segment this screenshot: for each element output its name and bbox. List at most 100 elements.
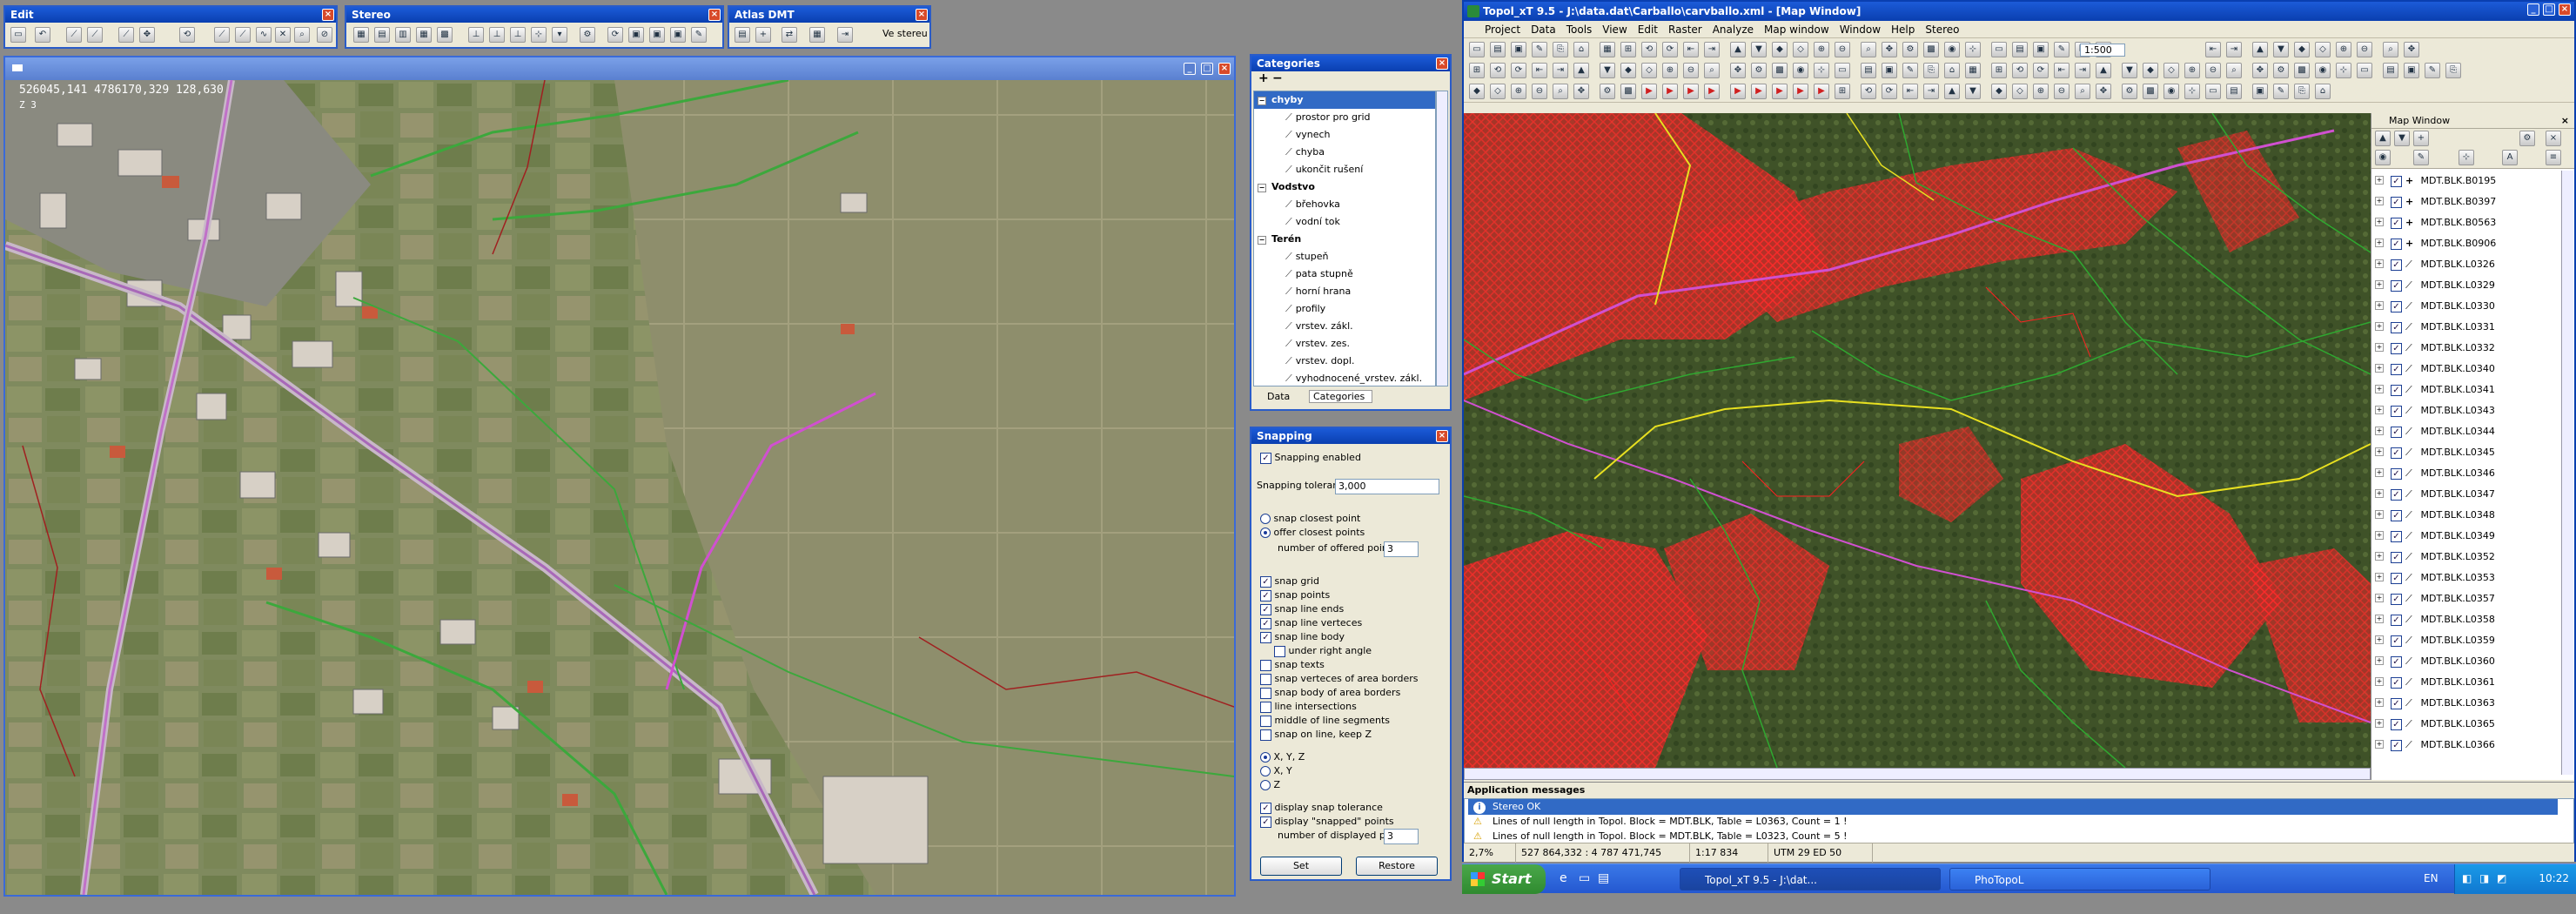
expand-icon[interactable]: + (2375, 468, 2384, 477)
toolbar-tool-icon[interactable]: ✥ (2404, 42, 2419, 57)
menu-item[interactable]: Data (1526, 21, 1561, 38)
category-item[interactable]: ⟋ pata stupně (1254, 265, 1435, 283)
toolbar-tool-icon[interactable]: ⇥ (2075, 63, 2090, 78)
minimize-icon[interactable]: _ (2527, 3, 2539, 16)
toolbar-tool-icon[interactable]: ⎘ (1923, 63, 1939, 78)
toolbar-tool-icon[interactable]: ◇ (1793, 42, 1808, 57)
toolbar-tool-icon[interactable]: ✎ (2273, 84, 2289, 99)
display-snapped-checkbox[interactable]: ✓ display "snapped" points (1260, 815, 1394, 829)
toolbar-tool-icon[interactable]: ⊖ (1532, 84, 1547, 99)
layer-visibility-checkbox[interactable]: ✓ (2391, 426, 2402, 438)
layer-row[interactable]: + ✓ ⟋ MDT.BLK.L0348 (2371, 505, 2561, 526)
toolbar-tool-icon[interactable]: ⚙ (2122, 84, 2137, 99)
atlas-add-icon[interactable]: + (755, 27, 771, 43)
remove-category-icon[interactable]: − (1272, 71, 1283, 85)
expand-icon[interactable]: + (2375, 322, 2384, 331)
close-icon[interactable]: × (708, 9, 721, 21)
category-group[interactable]: − chyby (1254, 91, 1435, 109)
toolbar-tool-icon[interactable]: ⊹ (2184, 84, 2200, 99)
add-category-icon[interactable]: + (1258, 71, 1269, 85)
layer-row[interactable]: + ✓ ⟋ MDT.BLK.L0353 (2371, 568, 2561, 588)
category-item[interactable]: ⟋ vynech (1254, 126, 1435, 144)
toolbar-tool-icon[interactable]: ◆ (2294, 42, 2310, 57)
toolbar-tool-icon[interactable]: ▩ (1620, 84, 1636, 99)
snap-option-checkbox[interactable]: ✓ snap line body (1260, 630, 1345, 644)
sync-icon[interactable]: ⟳ (607, 27, 623, 43)
toolbar-tool-icon[interactable]: ⇥ (1553, 63, 1568, 78)
layer-row[interactable]: + ✓ ⟋ MDT.BLK.L0358 (2371, 609, 2561, 630)
smooth-icon[interactable]: ∿ (256, 27, 272, 43)
expand-icon[interactable]: + (2375, 343, 2384, 352)
layer-list[interactable]: + ✓ + MDT.BLK.B0195 + ✓ + MDT.BLK.B0397 + ✓ + MD… (2371, 171, 2561, 775)
menu-item[interactable]: Raster (1663, 21, 1707, 38)
minimize-icon[interactable]: _ (1184, 63, 1196, 75)
layer-row[interactable]: + ✓ ⟋ MDT.BLK.L0357 (2371, 588, 2561, 609)
expand-icon[interactable]: + (2375, 698, 2384, 707)
snap-option-checkbox[interactable]: ✓ snap points (1260, 588, 1330, 602)
stereo-right-icon[interactable]: ▥ (395, 27, 411, 43)
stereo-model-icon[interactable]: ▦ (353, 27, 369, 43)
toolbar-tool-icon[interactable]: ⌂ (1573, 42, 1589, 57)
toolbar-tool-icon[interactable]: ◇ (2315, 42, 2331, 57)
menu-item[interactable]: View (1597, 21, 1632, 38)
toolbar-tool-icon[interactable]: ⚙ (1600, 84, 1615, 99)
layer-row[interactable]: + ✓ ⟋ MDT.BLK.L0365 (2371, 714, 2561, 735)
toolbar-tool-icon[interactable]: ▭ (1469, 42, 1485, 57)
offered-points-stepper[interactable]: 3 (1384, 541, 1419, 557)
toolbar-tool-icon[interactable]: ⊹ (1965, 42, 1981, 57)
toolbar-tool-icon[interactable]: ▩ (2294, 63, 2310, 78)
layer-visibility-checkbox[interactable]: ✓ (2391, 384, 2402, 396)
toolbar-tool-icon[interactable]: ▭ (2205, 84, 2221, 99)
close-icon[interactable]: × (1218, 63, 1231, 75)
toolbar-tool-icon[interactable]: ▶ (1772, 84, 1788, 99)
close-icon[interactable]: × (2559, 3, 2571, 16)
toolbar-tool-icon[interactable]: ⊖ (1683, 63, 1699, 78)
toolbar-tool-icon[interactable]: ⎘ (1553, 42, 1568, 57)
close-icon[interactable]: × (322, 9, 334, 21)
layer-visibility-checkbox[interactable]: ✓ (2391, 342, 2402, 354)
toolbar-tool-icon[interactable]: ⊕ (2033, 84, 2049, 99)
layer-visibility-checkbox[interactable]: ✓ (2391, 655, 2402, 668)
toolbar-tool-icon[interactable]: ⎘ (2445, 63, 2461, 78)
message-row[interactable]: i Stereo OK (1468, 799, 2558, 815)
expand-icon[interactable]: + (2375, 740, 2384, 749)
layer-visibility-checkbox[interactable]: ✓ (2391, 279, 2402, 292)
menu-item[interactable]: Stereo (1920, 21, 1964, 38)
expand-icon[interactable]: + (2375, 719, 2384, 728)
toolbar-tool-icon[interactable]: ◇ (2163, 63, 2179, 78)
layer-visibility-checkbox[interactable]: ✓ (2391, 175, 2402, 187)
toolbar-tool-icon[interactable]: ⇤ (1532, 63, 1547, 78)
menu-item[interactable]: Map window (1759, 21, 1835, 38)
layer-down-icon[interactable]: ▼ (2394, 131, 2410, 146)
layer-visibility-checkbox[interactable]: ✓ (2391, 363, 2402, 375)
tray-network-icon[interactable]: ◧ (2462, 872, 2472, 884)
toolbar-tool-icon[interactable]: ▣ (2033, 42, 2049, 57)
close-icon[interactable]: × (916, 9, 928, 21)
toolbar-tool-icon[interactable]: ⊹ (2336, 63, 2351, 78)
expand-icon[interactable]: + (2375, 489, 2384, 498)
toolbar-tool-icon[interactable]: ▼ (1751, 42, 1767, 57)
category-group[interactable]: − Vodstvo (1254, 178, 1435, 196)
layer-visible-icon[interactable]: ◉ (2375, 150, 2391, 165)
toolbar-tool-icon[interactable]: ▭ (1991, 42, 2007, 57)
toolbar-tool-icon[interactable]: ✎ (2425, 63, 2440, 78)
toolbar-tool-icon[interactable]: ▤ (2226, 84, 2242, 99)
stereo-grid-icon[interactable]: ▩ (437, 27, 453, 43)
toolbar-tool-icon[interactable]: ⟳ (1882, 84, 1897, 99)
category-item[interactable]: ⟋ vrstev. zákl. (1254, 318, 1435, 335)
category-item[interactable]: ⟋ vrstev. zes. (1254, 335, 1435, 353)
layer-visibility-checkbox[interactable]: ✓ (2391, 300, 2402, 313)
expand-icon[interactable]: + (2375, 656, 2384, 665)
atlas-layer-icon[interactable]: ▦ (809, 27, 825, 43)
draw-polyline-icon[interactable]: ⟋ (87, 27, 103, 43)
layer-visibility-checkbox[interactable]: ✓ (2391, 488, 2402, 501)
vector-map-canvas[interactable] (1464, 113, 2371, 768)
zoom-icon[interactable]: ⌕ (294, 27, 310, 43)
toolbar-tool-icon[interactable]: ✥ (2096, 84, 2111, 99)
toolbar-tool-icon[interactable]: ⇤ (1683, 42, 1699, 57)
snap-option-checkbox[interactable]: line intersections (1260, 700, 1357, 714)
layer-row[interactable]: + ✓ ⟋ MDT.BLK.L0340 (2371, 359, 2561, 380)
expand-icon[interactable]: + (2375, 280, 2384, 289)
toolbar-tool-icon[interactable]: ◆ (1772, 42, 1788, 57)
layer-remove-icon[interactable]: × (2546, 131, 2561, 146)
